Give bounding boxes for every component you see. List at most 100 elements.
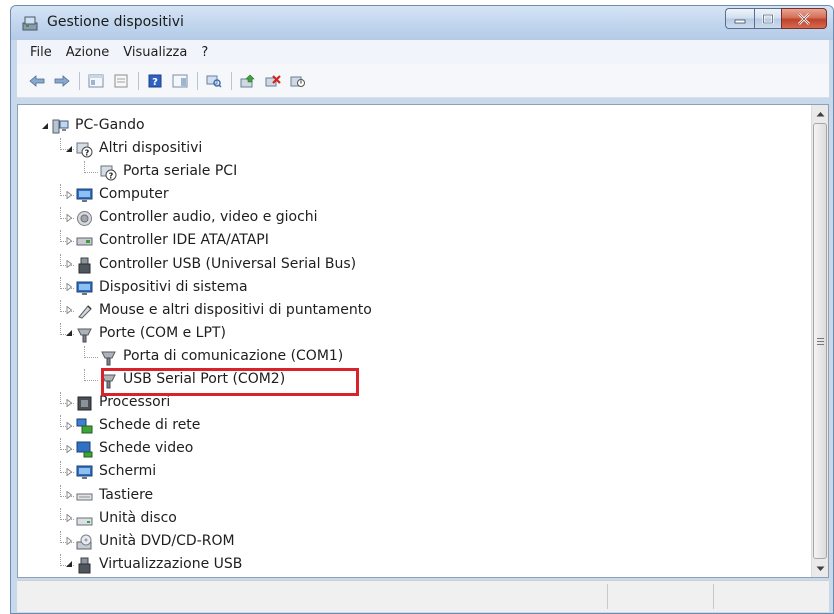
scroll-up-button[interactable] [812,105,828,122]
close-button[interactable] [781,8,827,29]
tree-connector-line [60,184,61,197]
tree-item[interactable]: Dispositivi di sistema [18,276,812,300]
unknown-device-icon: ? [76,142,93,158]
tree-connector-line [84,161,85,174]
expanded-triangle-icon[interactable] [64,144,73,153]
tree-connector-line [84,369,85,382]
device-tree-panel[interactable]: PC-Gando? Altri dispositivi? Porta seriale… [17,104,829,578]
tree-item[interactable]: Controller audio, video e giochi [18,207,812,230]
status-bar [17,580,829,612]
console-tree-button[interactable] [84,69,108,93]
tree-item[interactable]: ? Altri dispositivi [18,138,812,161]
minimize-icon [734,19,746,23]
vertical-scrollbar[interactable] [811,105,828,577]
tree-connector-line [60,230,61,243]
tree-item[interactable]: Schede video [18,438,812,461]
tree-item[interactable]: Virtualizzazione USB [18,553,812,577]
tree-connector-line [84,356,98,358]
tree-connector-line [60,484,61,497]
forward-button[interactable] [50,69,74,93]
tree-item[interactable]: Porte (COM e LPT) [18,322,812,346]
tree-connector-line [60,138,61,151]
back-button[interactable] [25,69,49,93]
disable-device-button[interactable] [286,69,310,93]
unknown-device-icon: ? [100,165,117,181]
collapsed-triangle-icon[interactable] [64,398,73,407]
tree-item[interactable]: Mouse e altri dispositivi di puntamento [18,299,812,323]
maximize-button[interactable] [754,8,781,29]
scroll-down-button[interactable] [812,560,828,577]
collapsed-triangle-icon[interactable] [64,421,73,430]
status-cell [713,584,714,609]
menu-file[interactable]: File [23,45,59,60]
svg-text:?: ? [109,172,114,181]
tree-item[interactable]: Controller IDE ATA/ATAPI [18,230,812,253]
tree-connector-line [60,276,61,289]
scan-hardware-button[interactable] [202,69,226,93]
collapsed-triangle-icon[interactable] [64,537,73,546]
menu-bar: File Azione Visualizza ? [17,40,829,64]
tree-item[interactable]: Unità DVD/CD-ROM [18,530,812,554]
expanded-triangle-icon[interactable] [40,121,49,130]
disable-device-icon [290,76,305,87]
tree-item-label: Porta seriale PCI [123,163,238,180]
toolbar: ? [17,64,829,98]
tree-connector-line [60,530,61,543]
collapsed-triangle-icon[interactable] [64,467,73,476]
tree-connector-line [60,507,61,520]
menu-azione[interactable]: Azione [59,45,117,60]
tree-item-label: Schede video [99,440,194,457]
collapsed-triangle-icon[interactable] [64,444,73,453]
tree-item[interactable]: Schermi [18,461,812,484]
minimize-button[interactable] [725,8,754,29]
title-bar[interactable]: Gestione dispositivi [11,6,833,40]
menu-help[interactable]: ? [194,45,215,60]
scroll-grip-line [817,344,824,345]
maximize-icon [762,13,774,24]
tree-connector-line [60,553,61,566]
tree-connector-line [60,392,61,405]
tree-item[interactable]: Unità disco [18,507,812,531]
usb-icon [78,257,91,274]
collapsed-triangle-icon[interactable] [64,236,73,245]
console-tree-icon [88,74,104,87]
tree-connector-line [84,172,98,174]
tree-item-label: Controller audio, video e giochi [99,209,318,226]
tree-item-label: Porta di comunicazione (COM1) [123,347,344,364]
tree-item-label: Tastiere [99,486,154,503]
tree-item[interactable]: Schede di rete [18,415,812,438]
tree-connector-line [60,415,61,428]
scroll-thumb[interactable] [813,123,827,559]
help-icon: ? [148,74,162,88]
collapsed-triangle-icon[interactable] [64,213,73,222]
tree-item[interactable]: PC-Gando [18,115,812,138]
computer-icon [52,119,69,134]
tree-item-label: Mouse e altri dispositivi di puntamento [99,301,372,318]
collapsed-triangle-icon[interactable] [64,514,73,523]
tree-connector-line [60,461,61,474]
caption-buttons [725,8,827,29]
tree-item[interactable]: ? Porta seriale PCI [18,161,812,184]
action-pane-button[interactable] [168,69,192,93]
expanded-triangle-icon[interactable] [64,329,73,338]
back-arrow-icon [29,74,45,87]
tree-item[interactable]: Porta di comunicazione (COM1) [18,345,812,369]
collapsed-triangle-icon[interactable] [64,491,73,500]
help-button[interactable]: ? [143,69,167,93]
collapsed-triangle-icon[interactable] [64,283,73,292]
tree-item-label: Porte (COM e LPT) [99,324,226,341]
tree-item[interactable]: Controller USB (Universal Serial Bus) [18,253,812,277]
properties-button[interactable] [109,69,133,93]
collapsed-triangle-icon[interactable] [64,306,73,315]
menu-visualizza[interactable]: Visualizza [116,45,194,60]
uninstall-device-button[interactable] [261,69,285,93]
collapsed-triangle-icon[interactable] [64,260,73,269]
collapsed-triangle-icon[interactable] [64,190,73,199]
scroll-up-icon [816,111,825,116]
tree-item[interactable]: Computer [18,184,812,207]
tree-item[interactable]: Tastiere [18,484,812,508]
update-driver-button[interactable] [236,69,260,93]
tree-item-label: Computer [99,186,169,203]
port-icon [77,328,92,343]
expanded-triangle-icon[interactable] [64,560,73,569]
